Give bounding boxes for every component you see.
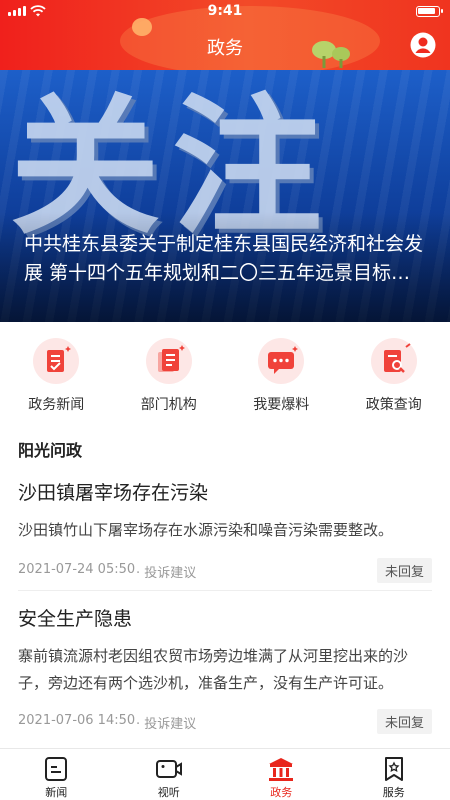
- service-bookmark-icon: [384, 757, 403, 781]
- news-icon: [45, 757, 68, 781]
- quick-menu-item-policy[interactable]: 政策查询: [338, 330, 450, 420]
- quick-menu-label: 政策查询: [365, 397, 422, 413]
- video-icon: [155, 760, 182, 778]
- quick-menu-item-news[interactable]: 政务新闻: [0, 330, 113, 420]
- post-title: 安全生产隐患: [18, 608, 133, 630]
- post-category-label: 投诉建议: [144, 566, 197, 581]
- trees-decoration-icon: [312, 41, 350, 68]
- status-badge: 未回复: [376, 558, 432, 583]
- section-title: 阳光问政: [18, 441, 83, 460]
- tab-video[interactable]: 视听: [113, 749, 226, 800]
- tab-government[interactable]: 政务: [225, 749, 338, 800]
- list-item[interactable]: 安全生产隐患 寨前镇流源村老因组农贸市场旁边堆满了从河里挖出来的沙子，旁边还有两…: [18, 604, 432, 734]
- status-badge: 未回复: [376, 709, 432, 734]
- post-category: · 投诉建议: [136, 566, 197, 581]
- quick-menu-label: 部门机构: [140, 397, 197, 413]
- quick-menu-label: 政务新闻: [28, 397, 85, 413]
- bottom-tab-bar: 新闻 视听 政务 服务: [0, 748, 450, 800]
- department-list-icon: [145, 338, 192, 384]
- news-doc-icon: [33, 338, 80, 384]
- status-bar: 9:41: [0, 0, 450, 22]
- tab-label: 政务: [270, 786, 293, 799]
- quick-menu: 政务新闻 部门机构 我要爆料 政策查询: [0, 330, 450, 420]
- government-building-icon: [269, 758, 294, 781]
- banner-caption[interactable]: 中共桂东县委关于制定桂东县国民经济和社会发展 第十四个五年规划和二〇三五年远景目…: [24, 230, 426, 288]
- quick-menu-label: 我要爆料: [253, 397, 310, 413]
- post-description: 沙田镇竹山下屠宰场存在水源污染和噪音污染需要整改。: [18, 521, 394, 539]
- post-meta: 2021-07-24 05:50 · 投诉建议 未回复: [18, 558, 432, 583]
- post-date: 2021-07-24 05:50: [18, 562, 136, 577]
- news-carousel[interactable]: 关注 中共桂东县委关于制定桂东县国民经济和社会发展 第十四个五年规划和二〇三五年…: [0, 70, 450, 322]
- tab-news[interactable]: 新闻: [0, 749, 113, 800]
- list-item[interactable]: 沙田镇屠宰场存在污染 沙田镇竹山下屠宰场存在水源污染和噪音污染需要整改。 202…: [18, 478, 432, 583]
- quick-menu-item-department[interactable]: 部门机构: [113, 330, 226, 420]
- post-date: 2021-07-06 14:50: [18, 713, 136, 728]
- tab-label: 服务: [382, 786, 405, 799]
- report-chat-icon: [258, 338, 305, 384]
- post-category-label: 投诉建议: [144, 717, 197, 732]
- page-title: 政务: [207, 38, 243, 59]
- post-title: 沙田镇屠宰场存在污染: [18, 482, 209, 504]
- battery-icon: [416, 6, 443, 17]
- policy-search-icon: [370, 338, 417, 384]
- quick-menu-item-report[interactable]: 我要爆料: [225, 330, 338, 420]
- post-description: 寨前镇流源村老因组农贸市场旁边堆满了从河里挖出来的沙子，旁边还有两个选沙机，准备…: [18, 647, 409, 692]
- post-meta: 2021-07-06 14:50 · 投诉建议 未回复: [18, 709, 432, 734]
- post-category: · 投诉建议: [136, 717, 197, 732]
- top-header: 9:41 政务: [0, 0, 450, 70]
- divider: [18, 590, 432, 591]
- tab-label: 新闻: [45, 786, 68, 799]
- status-time: 9:41: [207, 3, 243, 19]
- user-avatar-icon[interactable]: [410, 32, 436, 58]
- tab-service[interactable]: 服务: [338, 749, 450, 800]
- tab-label: 视听: [157, 786, 180, 799]
